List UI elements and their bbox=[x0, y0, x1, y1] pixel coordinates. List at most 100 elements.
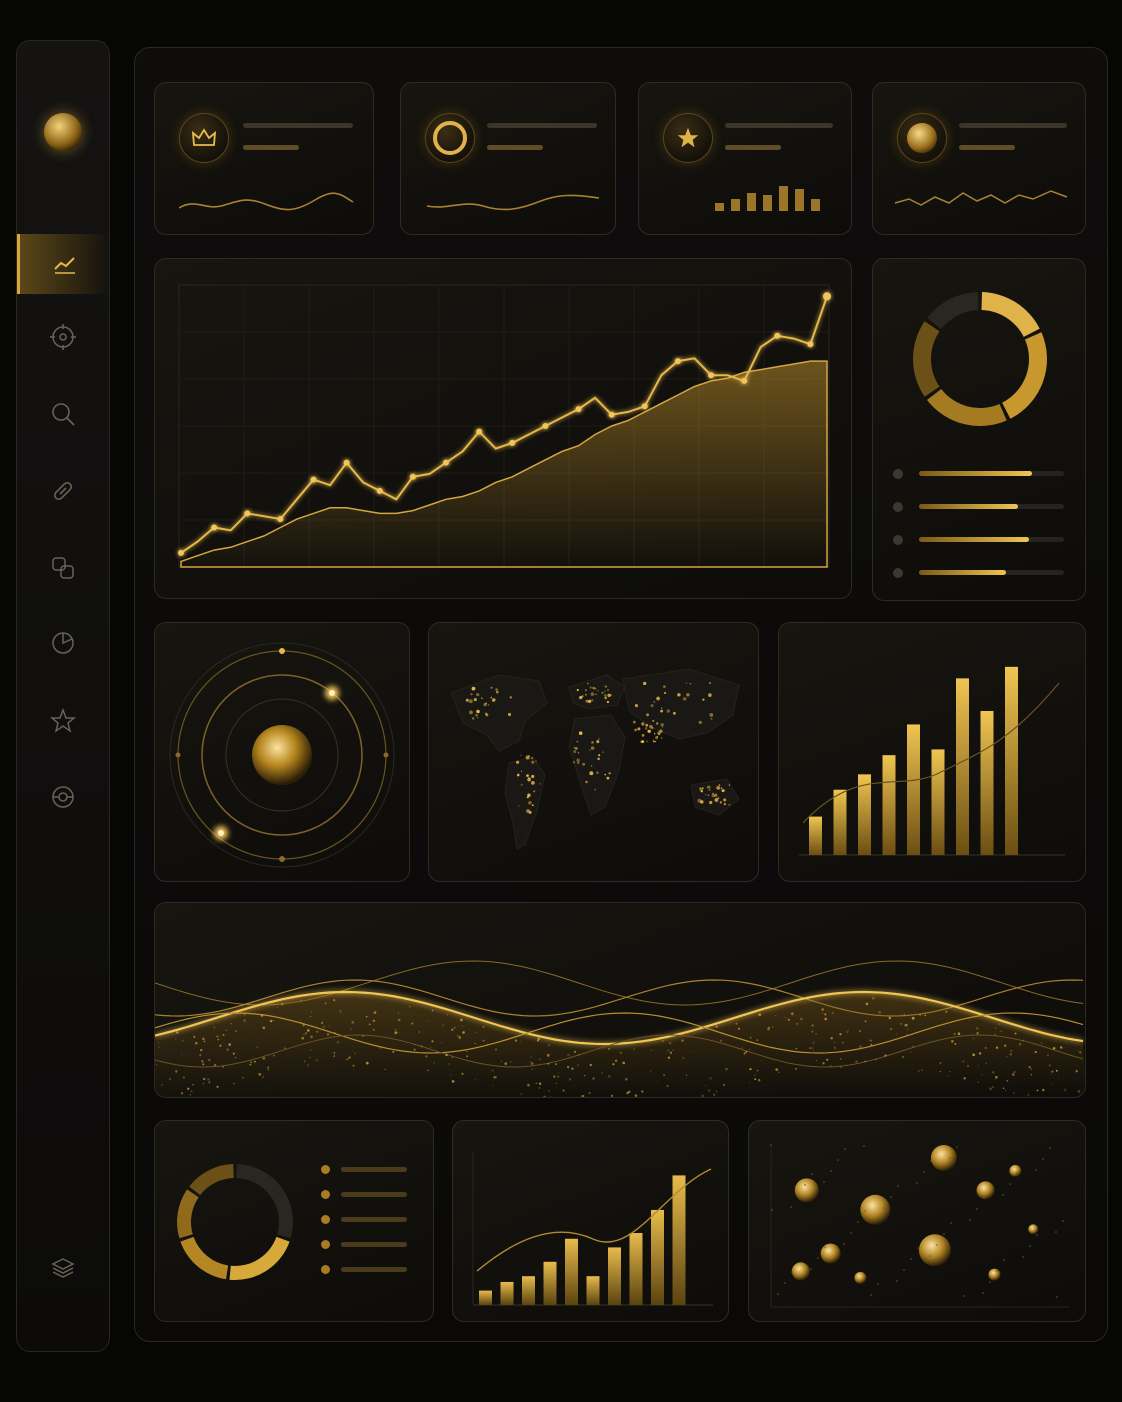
line-point[interactable] bbox=[211, 524, 218, 531]
bubble[interactable] bbox=[854, 1271, 867, 1284]
line-point[interactable] bbox=[409, 473, 416, 480]
donut-slice[interactable] bbox=[927, 292, 979, 330]
sidebar-item-layers[interactable] bbox=[17, 538, 109, 598]
legend-dot bbox=[893, 535, 903, 545]
line-point[interactable] bbox=[443, 459, 450, 466]
line-point[interactable] bbox=[774, 332, 781, 339]
kpi-card-1[interactable] bbox=[154, 82, 374, 235]
bottom-donut-card[interactable] bbox=[154, 1120, 434, 1322]
bottom-bar-card[interactable] bbox=[452, 1120, 729, 1322]
line-point[interactable] bbox=[509, 439, 516, 446]
bar[interactable] bbox=[956, 678, 969, 855]
bubble[interactable] bbox=[791, 1262, 810, 1281]
bubble-chart-card[interactable] bbox=[748, 1120, 1086, 1322]
main-line-chart-card[interactable] bbox=[154, 258, 852, 599]
kpi-card-2[interactable] bbox=[400, 82, 616, 235]
legend-bar bbox=[341, 1267, 407, 1272]
bar[interactable] bbox=[543, 1261, 557, 1305]
line-point[interactable] bbox=[277, 516, 284, 523]
bar[interactable] bbox=[479, 1290, 492, 1305]
bar[interactable] bbox=[907, 724, 920, 855]
bubble[interactable] bbox=[988, 1268, 1001, 1281]
sidebar-item-link[interactable] bbox=[17, 461, 109, 521]
bar[interactable] bbox=[522, 1276, 535, 1305]
bar-chart bbox=[799, 666, 1065, 856]
kpi-card-3[interactable] bbox=[638, 82, 852, 235]
target-icon bbox=[50, 324, 76, 350]
line-point[interactable] bbox=[608, 411, 615, 418]
line-point[interactable] bbox=[343, 459, 350, 466]
legend-dot bbox=[321, 1240, 330, 1249]
donut-slice[interactable] bbox=[927, 388, 1007, 426]
sidebar-item-favorites[interactable] bbox=[17, 691, 109, 751]
bar[interactable] bbox=[586, 1276, 600, 1305]
donut-legend-card[interactable] bbox=[872, 258, 1086, 601]
line-point[interactable] bbox=[542, 423, 549, 429]
bubble[interactable] bbox=[820, 1243, 841, 1264]
bar[interactable] bbox=[565, 1238, 578, 1305]
line-point[interactable] bbox=[376, 487, 383, 494]
bar[interactable] bbox=[882, 755, 896, 855]
donut-slice[interactable] bbox=[177, 1189, 199, 1239]
legend-track bbox=[919, 471, 1064, 476]
bubble[interactable] bbox=[1009, 1164, 1022, 1177]
world-map-card[interactable] bbox=[428, 622, 759, 882]
map-africa bbox=[568, 714, 626, 816]
line-point[interactable] bbox=[178, 549, 184, 556]
legend-fill bbox=[919, 570, 1006, 575]
line-point[interactable] bbox=[674, 358, 681, 365]
bubble[interactable] bbox=[976, 1181, 995, 1200]
line-point[interactable] bbox=[741, 377, 748, 384]
line-point[interactable] bbox=[476, 428, 483, 435]
wave-card[interactable] bbox=[154, 902, 1086, 1098]
legend-bar bbox=[341, 1242, 407, 1247]
bubble[interactable] bbox=[860, 1194, 891, 1225]
kpi-card-4[interactable] bbox=[872, 82, 1086, 235]
kpi-title-placeholder bbox=[243, 123, 353, 128]
bar-chart-card[interactable] bbox=[778, 622, 1086, 882]
line-point[interactable] bbox=[575, 406, 582, 413]
donut-slice[interactable] bbox=[229, 1236, 290, 1280]
bubble[interactable] bbox=[1028, 1224, 1039, 1235]
bubble[interactable] bbox=[930, 1144, 957, 1171]
logo-orb[interactable] bbox=[44, 113, 82, 151]
line-point[interactable] bbox=[310, 476, 317, 483]
line-point[interactable] bbox=[244, 510, 251, 517]
line-point[interactable] bbox=[641, 403, 648, 410]
line-point[interactable] bbox=[823, 292, 831, 301]
bubble[interactable] bbox=[794, 1178, 819, 1203]
legend-bar bbox=[341, 1217, 407, 1222]
bar[interactable] bbox=[608, 1247, 621, 1305]
sidebar-item-settings[interactable] bbox=[17, 767, 109, 827]
donut-slice[interactable] bbox=[1002, 332, 1047, 419]
line-point[interactable] bbox=[708, 372, 715, 379]
bar[interactable] bbox=[1005, 666, 1018, 855]
sidebar-item-search[interactable] bbox=[17, 384, 109, 444]
bar[interactable] bbox=[629, 1233, 643, 1305]
legend-fill bbox=[919, 504, 1018, 509]
donut-slice[interactable] bbox=[913, 321, 940, 397]
settings-icon bbox=[52, 786, 74, 808]
kpi-sparkline bbox=[426, 194, 600, 211]
sidebar-item-analytics[interactable] bbox=[17, 234, 109, 294]
donut-slice[interactable] bbox=[189, 1164, 234, 1196]
bar[interactable] bbox=[500, 1281, 514, 1305]
kpi-spark-bars bbox=[715, 186, 820, 211]
donut-slice[interactable] bbox=[981, 292, 1040, 337]
bar[interactable] bbox=[931, 749, 945, 855]
legend-dot bbox=[321, 1215, 330, 1224]
sidebar-item-stack[interactable] bbox=[17, 1239, 109, 1299]
bar[interactable] bbox=[809, 816, 822, 855]
donut-slice[interactable] bbox=[180, 1236, 229, 1280]
bar[interactable] bbox=[833, 789, 847, 855]
sidebar-item-target[interactable] bbox=[17, 307, 109, 367]
legend-fill bbox=[919, 471, 1033, 476]
donut-slice[interactable] bbox=[236, 1164, 293, 1239]
orbit-card[interactable] bbox=[154, 622, 410, 882]
bubble[interactable] bbox=[918, 1234, 951, 1267]
line-point[interactable] bbox=[807, 341, 814, 348]
kpi-title-placeholder bbox=[487, 123, 597, 128]
sidebar-item-reports[interactable] bbox=[17, 613, 109, 673]
bar[interactable] bbox=[980, 711, 994, 855]
bar[interactable] bbox=[651, 1209, 664, 1305]
